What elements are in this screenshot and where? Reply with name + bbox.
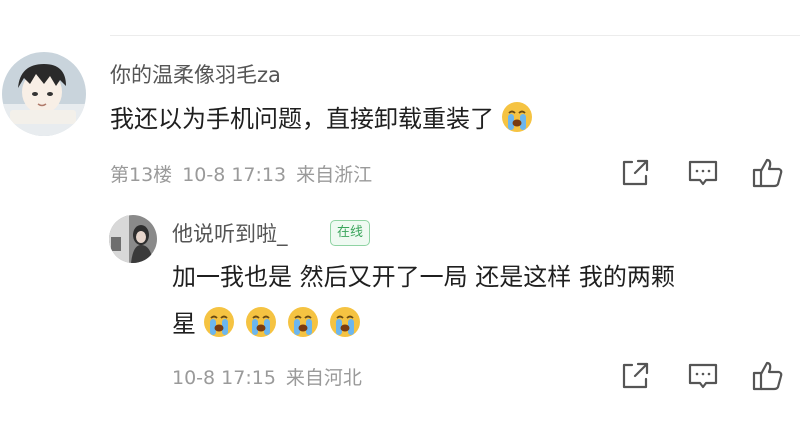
online-badge: 在线 (330, 220, 371, 246)
thumbs-up-icon[interactable] (751, 156, 785, 190)
reply-content-line-1: 加一我也是 然后又开了一局 还是这样 我的两颗 (172, 263, 675, 291)
comment-icon[interactable] (686, 359, 720, 393)
share-icon[interactable] (618, 359, 652, 393)
reply-location: 来自河北 (285, 367, 362, 389)
comment-icon[interactable] (686, 156, 720, 190)
reply-meta: 10-8 17:15 来自河北 (172, 363, 362, 390)
comment-location: 来自浙江 (296, 164, 373, 186)
comment-meta: 第13楼 10-8 17:13 来自浙江 (110, 160, 372, 187)
reply-text-tail: 星 (172, 310, 196, 338)
comment-time: 10-8 17:13 (182, 164, 287, 186)
comment-content: 我还以为手机问题，直接卸载重装了 (110, 97, 534, 141)
top-divider (110, 35, 800, 36)
crying-face-emoji (244, 305, 278, 339)
avatar[interactable] (2, 52, 86, 136)
reply-username[interactable]: 他说听到啦_ (172, 218, 288, 248)
crying-face-emoji (328, 305, 362, 339)
share-icon[interactable] (618, 156, 652, 190)
crying-face-emoji (500, 100, 534, 134)
avatar[interactable] (109, 215, 157, 263)
reply-content-line-2: 星 (172, 302, 362, 346)
floor-number: 第13楼 (110, 164, 173, 186)
comment-username[interactable]: 你的温柔像羽毛za (110, 59, 281, 89)
comment-text: 我还以为手机问题，直接卸载重装了 (110, 105, 494, 133)
thumbs-up-icon[interactable] (751, 359, 785, 393)
crying-face-emoji (286, 305, 320, 339)
crying-face-emoji (202, 305, 236, 339)
reply-time: 10-8 17:15 (172, 367, 276, 389)
